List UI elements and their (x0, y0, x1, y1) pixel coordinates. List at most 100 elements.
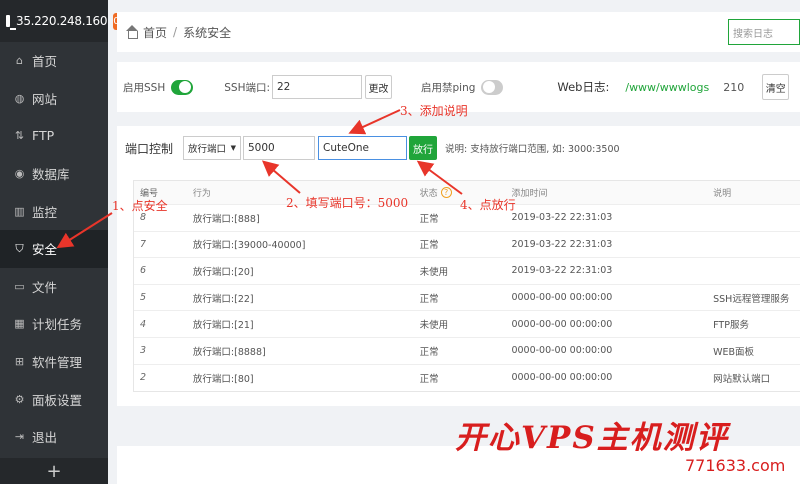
port-description-input[interactable]: CuteOne (318, 136, 407, 160)
col-note: 说明 (713, 189, 732, 199)
row-id: 6 (140, 265, 147, 277)
row-time: 0000-00-00 00:00:00 (511, 318, 613, 330)
row-note: FTP服务 (713, 320, 749, 332)
row-action: 放行端口:[22] (192, 293, 254, 305)
calendar-icon: ▦ (14, 317, 25, 331)
apps-icon: ⊞ (14, 355, 25, 369)
server-header: 35.220.248.160 0 (0, 0, 120, 42)
sidebar-item-monitor[interactable]: ▥ 监控 (0, 192, 108, 230)
row-id: 3 (140, 345, 147, 357)
database-icon: ◉ (14, 167, 25, 181)
row-action: 放行端口:[888] (192, 213, 260, 225)
sidebar-item-database[interactable]: ◉ 数据库 (0, 155, 108, 193)
row-status: 正常 (419, 293, 439, 305)
port-number-input[interactable]: 5000 (243, 136, 315, 160)
annotation-step2: 2、填写端口号：5000 (286, 196, 409, 210)
sidebar-item-label: 安全 (32, 242, 58, 258)
annotation-step3: 3、添加说明 (400, 104, 468, 118)
allow-port-button[interactable]: 放行 (409, 136, 437, 160)
row-time: 0000-00-00 00:00:00 (511, 345, 613, 357)
col-status-label: 状态 (419, 189, 438, 199)
sidebar-item-label: 软件管理 (32, 355, 83, 371)
row-id: 4 (140, 318, 147, 330)
row-time: 2019-03-22 22:31:03 (511, 212, 613, 224)
sidebar-item-label: 数据库 (32, 167, 70, 183)
annotation-step1: 1、点安全 (112, 199, 168, 213)
ping-toggle[interactable] (481, 79, 504, 95)
weblog-clear-button[interactable]: 清空 (762, 74, 790, 100)
monitor-chart-icon: ▥ (14, 204, 25, 218)
row-time: 0000-00-00 00:00:00 (511, 372, 613, 384)
sidebar-item-home[interactable]: ⌂ 首页 (0, 42, 108, 80)
row-status: 未使用 (419, 266, 449, 278)
server-monitor-icon (6, 15, 16, 30)
sidebar-item-cron[interactable]: ▦ 计划任务 (0, 305, 108, 343)
sidebar-item-ftp[interactable]: ⇅ FTP (0, 117, 108, 155)
port-control-title: 端口控制 (125, 141, 174, 156)
watermark-text: 开心VPS主机测评 (455, 420, 729, 456)
port-action-select[interactable]: 放行端口 ▼ (183, 136, 241, 160)
annotation-step4: 4、点放行 (460, 198, 516, 212)
breadcrumb-current: 系统安全 (183, 25, 232, 40)
breadcrumb-home[interactable]: 首页 (143, 24, 167, 41)
row-id: 5 (140, 292, 147, 304)
sidebar-item-files[interactable]: ▭ 文件 (0, 268, 108, 306)
row-action: 放行端口:[39000-40000] (192, 240, 306, 252)
port-control-form: 端口控制 放行端口 ▼ 5000 CuteOne 放行 说明: 支持放行端口范围,… (117, 134, 800, 162)
ssh-toggle[interactable] (171, 79, 194, 95)
row-time: 2019-03-22 22:31:03 (511, 238, 613, 250)
sidebar-item-security[interactable]: ⛉ 安全 (0, 229, 108, 268)
ssh-port-input[interactable]: 22 (272, 75, 362, 99)
ping-label: 启用禁ping (421, 81, 476, 94)
sidebar-item-label: 面板设置 (32, 392, 83, 408)
logout-icon: ⇥ (14, 430, 25, 444)
weblog-label: Web日志: (557, 80, 610, 94)
port-hint: 说明: 支持放行端口范围, 如: 3000:3500 (445, 144, 620, 155)
table-row: 3 放行端口:[8888] 正常 0000-00-00 00:00:00 WEB面板 (134, 338, 800, 365)
row-note: SSH远程管理服务 (713, 293, 790, 305)
row-note: 网站默认端口 (713, 373, 771, 385)
home-icon[interactable] (125, 25, 139, 39)
globe-icon: ◍ (14, 91, 25, 105)
ssh-port-label: SSH端口: (224, 81, 270, 94)
row-action: 放行端口:[21] (192, 320, 254, 332)
table-row: 6 放行端口:[20] 未使用 2019-03-22 22:31:03 (134, 258, 800, 285)
ssh-enable-label: 启用SSH (123, 81, 166, 94)
watermark-url: 771633.com (685, 456, 786, 475)
row-action: 放行端口:[80] (192, 373, 254, 385)
row-id: 2 (140, 372, 147, 384)
port-action-selected: 放行端口 (188, 144, 227, 155)
sidebar-item-label: FTP (32, 128, 55, 144)
weblog-path-link[interactable]: /www/wwwlogs (625, 81, 709, 94)
table-row: 7 放行端口:[39000-40000] 正常 2019-03-22 22:31:03 (134, 232, 800, 259)
row-id: 7 (140, 238, 147, 250)
sidebar-item-logout[interactable]: ⇥ 退出 (0, 418, 108, 456)
breadcrumb-separator: / (173, 25, 178, 39)
sidebar-item-label: 首页 (32, 54, 58, 70)
ssh-change-button[interactable]: 更改 (365, 75, 392, 99)
sidebar-item-label: 网站 (32, 91, 58, 107)
row-note: WEB面板 (713, 346, 755, 358)
sidebar-item-panel-settings[interactable]: ⚙ 面板设置 (0, 380, 108, 418)
folder-icon: ▭ (14, 279, 25, 293)
ftp-icon: ⇅ (14, 129, 25, 143)
server-ip: 35.220.248.160 (16, 14, 108, 28)
table-row: 2 放行端口:[80] 正常 0000-00-00 00:00:00 网站默认端口 (134, 365, 800, 392)
port-control-panel: 端口控制 放行端口 ▼ 5000 CuteOne 放行 说明: 支持放行端口范围,… (117, 126, 800, 406)
row-action: 放行端口:[20] (192, 266, 254, 278)
table-row: 4 放行端口:[21] 未使用 0000-00-00 00:00:00 FTP服务 (134, 311, 800, 338)
search-log-input[interactable]: 搜索日志 (728, 19, 800, 45)
row-time: 2019-03-22 22:31:03 (511, 265, 613, 277)
sidebar-item-label: 监控 (32, 204, 58, 220)
settings-icon: ⚙ (14, 392, 25, 406)
caret-down-icon: ▼ (230, 144, 236, 152)
sidebar: 35.220.248.160 0 ⌂ 首页 ◍ 网站 ⇅ FTP ◉ 数据库 ▥ 监控 ⛉… (0, 0, 120, 484)
sidebar-item-software[interactable]: ⊞ 软件管理 (0, 343, 108, 381)
sidebar-item-label: 文件 (32, 279, 58, 295)
col-time: 添加时间 (511, 189, 548, 199)
sidebar-add-button[interactable]: + (0, 458, 108, 484)
help-icon[interactable]: ? (440, 187, 452, 198)
sidebar-item-label: 计划任务 (32, 317, 83, 333)
row-status: 未使用 (419, 320, 449, 332)
sidebar-item-website[interactable]: ◍ 网站 (0, 80, 108, 118)
